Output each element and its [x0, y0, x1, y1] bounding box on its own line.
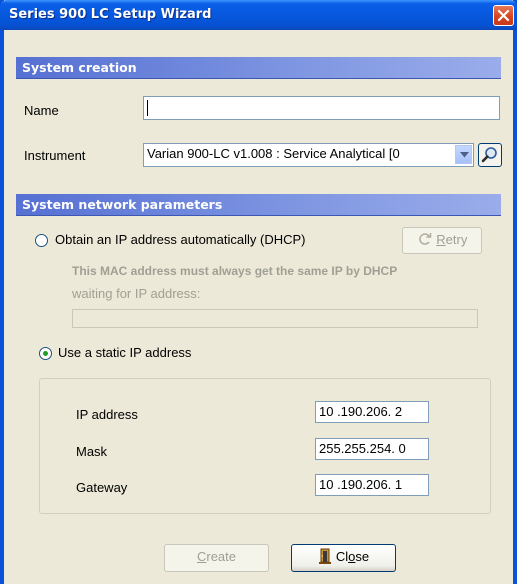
static-ip-radio-label[interactable]: Use a static IP address — [58, 345, 191, 360]
ip-address-value: 10 .190.206. 2 — [319, 404, 403, 419]
text-caret — [147, 100, 148, 116]
dhcp-radio-label[interactable]: Obtain an IP address automatically (DHCP… — [55, 232, 305, 247]
mask-input[interactable]: 255.255.254. 0 — [315, 438, 429, 460]
instrument-select[interactable]: Varian 900-LC v1.008 : Service Analytica… — [143, 143, 474, 167]
system-creation-header: System creation — [16, 57, 501, 79]
instrument-dropdown-button[interactable] — [455, 145, 472, 164]
retry-label-suffix: etry — [445, 232, 468, 247]
instrument-label: Instrument — [24, 148, 86, 163]
dhcp-radio[interactable] — [35, 234, 48, 247]
window-title: Series 900 LC Setup Wizard — [9, 7, 212, 22]
ip-address-label: IP address — [76, 407, 138, 422]
instrument-select-value: Varian 900-LC v1.008 : Service Analytica… — [147, 146, 400, 161]
retry-button[interactable]: Retry — [402, 227, 482, 254]
mask-value: 255.255.254. 0 — [319, 441, 406, 456]
close-x-icon — [497, 9, 510, 22]
setup-wizard-window: Series 900 LC Setup Wizard System creati… — [0, 0, 517, 584]
door-icon — [318, 548, 331, 564]
name-input[interactable] — [143, 96, 500, 120]
create-button[interactable]: Create — [164, 544, 269, 572]
instrument-search-button[interactable] — [478, 143, 502, 167]
refresh-icon — [418, 233, 431, 245]
dhcp-progress-field — [72, 309, 478, 328]
close-label-suffix: se — [355, 549, 370, 564]
close-label-prefix: Cl — [335, 549, 349, 564]
chevron-down-icon — [460, 152, 469, 158]
create-label-suffix: reate — [206, 549, 237, 564]
waiting-for-ip-text: waiting for IP address: — [72, 286, 201, 301]
mac-address-note: This MAC address must always get the sam… — [72, 264, 398, 278]
retry-mnemonic: R — [436, 232, 446, 247]
gateway-value: 10 .190.206. 1 — [319, 477, 403, 492]
name-label: Name — [24, 103, 59, 118]
window-close-button[interactable] — [493, 5, 514, 26]
gateway-input[interactable]: 10 .190.206. 1 — [315, 474, 429, 496]
magnifier-icon — [481, 147, 497, 163]
static-ip-radio[interactable] — [39, 347, 52, 360]
mask-label: Mask — [76, 444, 108, 459]
network-parameters-header: System network parameters — [16, 194, 501, 216]
close-button[interactable]: Close — [291, 544, 396, 572]
create-mnemonic: C — [196, 549, 207, 564]
title-bar[interactable]: Series 900 LC Setup Wizard — [0, 0, 517, 30]
ip-address-input[interactable]: 10 .190.206. 2 — [315, 401, 429, 423]
gateway-label: Gateway — [76, 480, 128, 495]
